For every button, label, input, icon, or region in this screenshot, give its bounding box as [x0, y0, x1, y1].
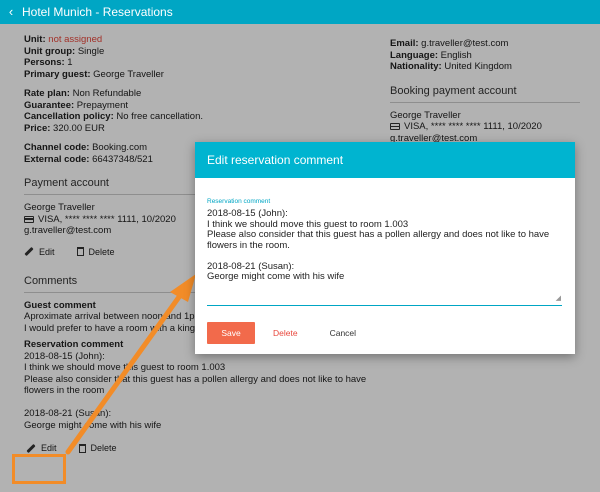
- save-button[interactable]: Save: [207, 322, 255, 344]
- resize-handle-icon[interactable]: ◢: [556, 294, 561, 302]
- cancel-button[interactable]: Cancel: [330, 328, 356, 338]
- field-label: Reservation comment: [207, 198, 271, 205]
- dialog-title: Edit reservation comment: [195, 142, 575, 178]
- chevron-left-icon[interactable]: ‹: [0, 0, 22, 24]
- edit-comment-dialog: Edit reservation comment Reservation com…: [195, 142, 575, 354]
- field-value[interactable]: 2018-08-15 (John): I think we should mov…: [207, 208, 562, 283]
- delete-button[interactable]: Delete: [273, 328, 298, 338]
- app-bar: ‹ Hotel Munich - Reservations: [0, 0, 600, 24]
- reservation-comment-textarea[interactable]: Reservation comment 2018-08-15 (John): I…: [207, 198, 562, 306]
- edit-button-highlight: [12, 454, 66, 484]
- page-title: Hotel Munich - Reservations: [22, 5, 173, 19]
